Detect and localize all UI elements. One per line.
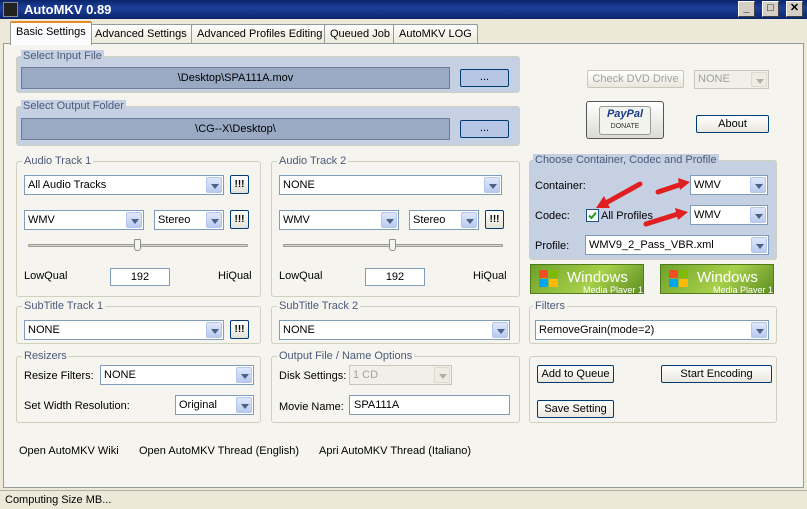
status-bar bbox=[0, 490, 807, 509]
width-resolution-select[interactable]: Original bbox=[175, 395, 254, 415]
tab-queued-job[interactable]: Queued Job bbox=[324, 24, 396, 44]
audio-1-codec-select[interactable]: WMV bbox=[24, 210, 144, 230]
resize-filters-label: Resize Filters: bbox=[24, 370, 94, 382]
wiki-link[interactable]: Open AutoMKV Wiki bbox=[19, 445, 119, 457]
audio-track-1-label: Audio Track 1 bbox=[22, 155, 94, 167]
tab-automkv-log[interactable]: AutoMKV LOG bbox=[393, 24, 478, 44]
input-file-path[interactable]: \Desktop\SPA111A.mov bbox=[21, 67, 450, 89]
resizers-label: Resizers bbox=[22, 350, 69, 362]
audio-1-slider-thumb[interactable] bbox=[134, 239, 141, 251]
movie-name-label: Movie Name: bbox=[279, 401, 344, 413]
tab-advanced-settings[interactable]: Advanced Settings bbox=[89, 24, 193, 44]
chevron-down-icon bbox=[126, 212, 142, 228]
add-to-queue-button[interactable]: Add to Queue bbox=[537, 365, 614, 383]
audio-2-channels-select[interactable]: Stereo bbox=[409, 210, 479, 230]
subtitle-2-label: SubTitle Track 2 bbox=[277, 300, 361, 312]
filters-select[interactable]: RemoveGrain(mode=2) bbox=[535, 320, 769, 340]
audio-1-bitrate-field[interactable]: 192 bbox=[110, 268, 170, 286]
windows-flag-icon bbox=[669, 270, 688, 287]
tab-basic-settings[interactable]: Basic Settings bbox=[10, 21, 92, 45]
windows-flag-icon bbox=[539, 270, 558, 287]
annotation-arrows bbox=[596, 178, 690, 227]
output-options-label: Output File / Name Options bbox=[277, 350, 415, 362]
resize-filters-select[interactable]: NONE bbox=[100, 365, 254, 385]
width-resolution-label: Set Width Resolution: bbox=[24, 400, 130, 412]
chevron-down-icon bbox=[492, 322, 508, 338]
container-group-label: Choose Container, Codec and Profile bbox=[533, 154, 719, 166]
app-icon[interactable] bbox=[3, 2, 18, 17]
donate-text: DONATE bbox=[610, 123, 640, 130]
title-bar bbox=[0, 0, 807, 19]
close-button[interactable]: ✕ bbox=[786, 1, 803, 17]
paypal-logo-text: PayPal bbox=[606, 108, 644, 120]
input-browse-button[interactable]: ... bbox=[460, 69, 509, 87]
windows-media-player-logo-2: Windows Media Player 11 bbox=[660, 264, 774, 294]
audio-1-track-select[interactable]: All Audio Tracks bbox=[24, 175, 224, 195]
container-label: Container: bbox=[535, 180, 586, 192]
chevron-down-icon bbox=[206, 322, 222, 338]
chevron-down-icon bbox=[236, 397, 252, 413]
window-title: AutoMKV 0.89 bbox=[24, 2, 112, 17]
minimize-button[interactable]: _ bbox=[738, 1, 755, 17]
check-dvd-button[interactable]: Check DVD Drive bbox=[587, 70, 684, 88]
input-file-label: Select Input File bbox=[21, 50, 104, 62]
filters-label: Filters bbox=[533, 300, 567, 312]
audio-1-hiqual-label: HiQual bbox=[218, 270, 252, 282]
audio-1-info-button[interactable]: !!! bbox=[230, 175, 249, 194]
chevron-down-icon bbox=[461, 212, 477, 228]
thread-italiano-link[interactable]: Apri AutoMKV Thread (Italiano) bbox=[319, 445, 471, 457]
output-browse-button[interactable]: ... bbox=[460, 120, 509, 138]
chevron-down-icon bbox=[751, 322, 767, 338]
audio-2-lowqual-label: LowQual bbox=[279, 270, 323, 282]
disk-settings-label: Disk Settings: bbox=[279, 370, 347, 382]
audio-2-track-select[interactable]: NONE bbox=[279, 175, 502, 195]
windows-media-player-logo: Windows Media Player 11 bbox=[530, 264, 644, 294]
movie-name-input[interactable]: SPA111A bbox=[349, 395, 510, 415]
paypal-donate-button[interactable]: PayPal DONATE bbox=[586, 101, 664, 139]
audio-1-lowqual-label: LowQual bbox=[24, 270, 68, 282]
about-button[interactable]: About bbox=[696, 115, 769, 133]
output-folder-label: Select Output Folder bbox=[21, 100, 126, 112]
start-encoding-button[interactable]: Start Encoding bbox=[661, 365, 772, 383]
audio-1-codec-info-button[interactable]: !!! bbox=[230, 210, 249, 229]
chevron-down-icon bbox=[484, 177, 500, 193]
thread-english-link[interactable]: Open AutoMKV Thread (English) bbox=[139, 445, 299, 457]
chevron-down-icon bbox=[381, 212, 397, 228]
audio-2-slider-thumb[interactable] bbox=[389, 239, 396, 251]
output-folder-path[interactable]: \CG--X\Desktop\ bbox=[21, 118, 450, 140]
maximize-button[interactable]: □ bbox=[762, 1, 779, 17]
chevron-down-icon bbox=[236, 367, 252, 383]
audio-2-codec-info-button[interactable]: !!! bbox=[485, 210, 504, 229]
chevron-down-icon bbox=[206, 177, 222, 193]
dvd-drive-select[interactable]: NONE bbox=[694, 70, 769, 89]
chevron-down-icon bbox=[751, 72, 767, 87]
chevron-down-icon bbox=[206, 212, 222, 228]
disk-settings-select[interactable]: 1 CD bbox=[349, 365, 452, 385]
tab-advanced-profiles-editing[interactable]: Advanced Profiles Editing bbox=[191, 24, 329, 44]
status-text: Computing Size MB... bbox=[5, 494, 112, 506]
subtitle-2-select[interactable]: NONE bbox=[279, 320, 510, 340]
save-setting-button[interactable]: Save Setting bbox=[537, 400, 614, 418]
audio-track-2-label: Audio Track 2 bbox=[277, 155, 349, 167]
chevron-down-icon bbox=[434, 367, 450, 383]
profile-label: Profile: bbox=[535, 240, 570, 252]
subtitle-1-info-button[interactable]: !!! bbox=[230, 320, 249, 339]
audio-2-codec-select[interactable]: WMV bbox=[279, 210, 399, 230]
subtitle-1-label: SubTitle Track 1 bbox=[22, 300, 106, 312]
audio-2-bitrate-field[interactable]: 192 bbox=[365, 268, 425, 286]
subtitle-1-select[interactable]: NONE bbox=[24, 320, 224, 340]
audio-2-hiqual-label: HiQual bbox=[473, 270, 507, 282]
chevron-down-icon bbox=[751, 237, 767, 253]
audio-1-channels-select[interactable]: Stereo bbox=[154, 210, 224, 230]
codec-label: Codec: bbox=[535, 210, 570, 222]
profile-select[interactable]: WMV9_2_Pass_VBR.xml bbox=[585, 235, 769, 255]
